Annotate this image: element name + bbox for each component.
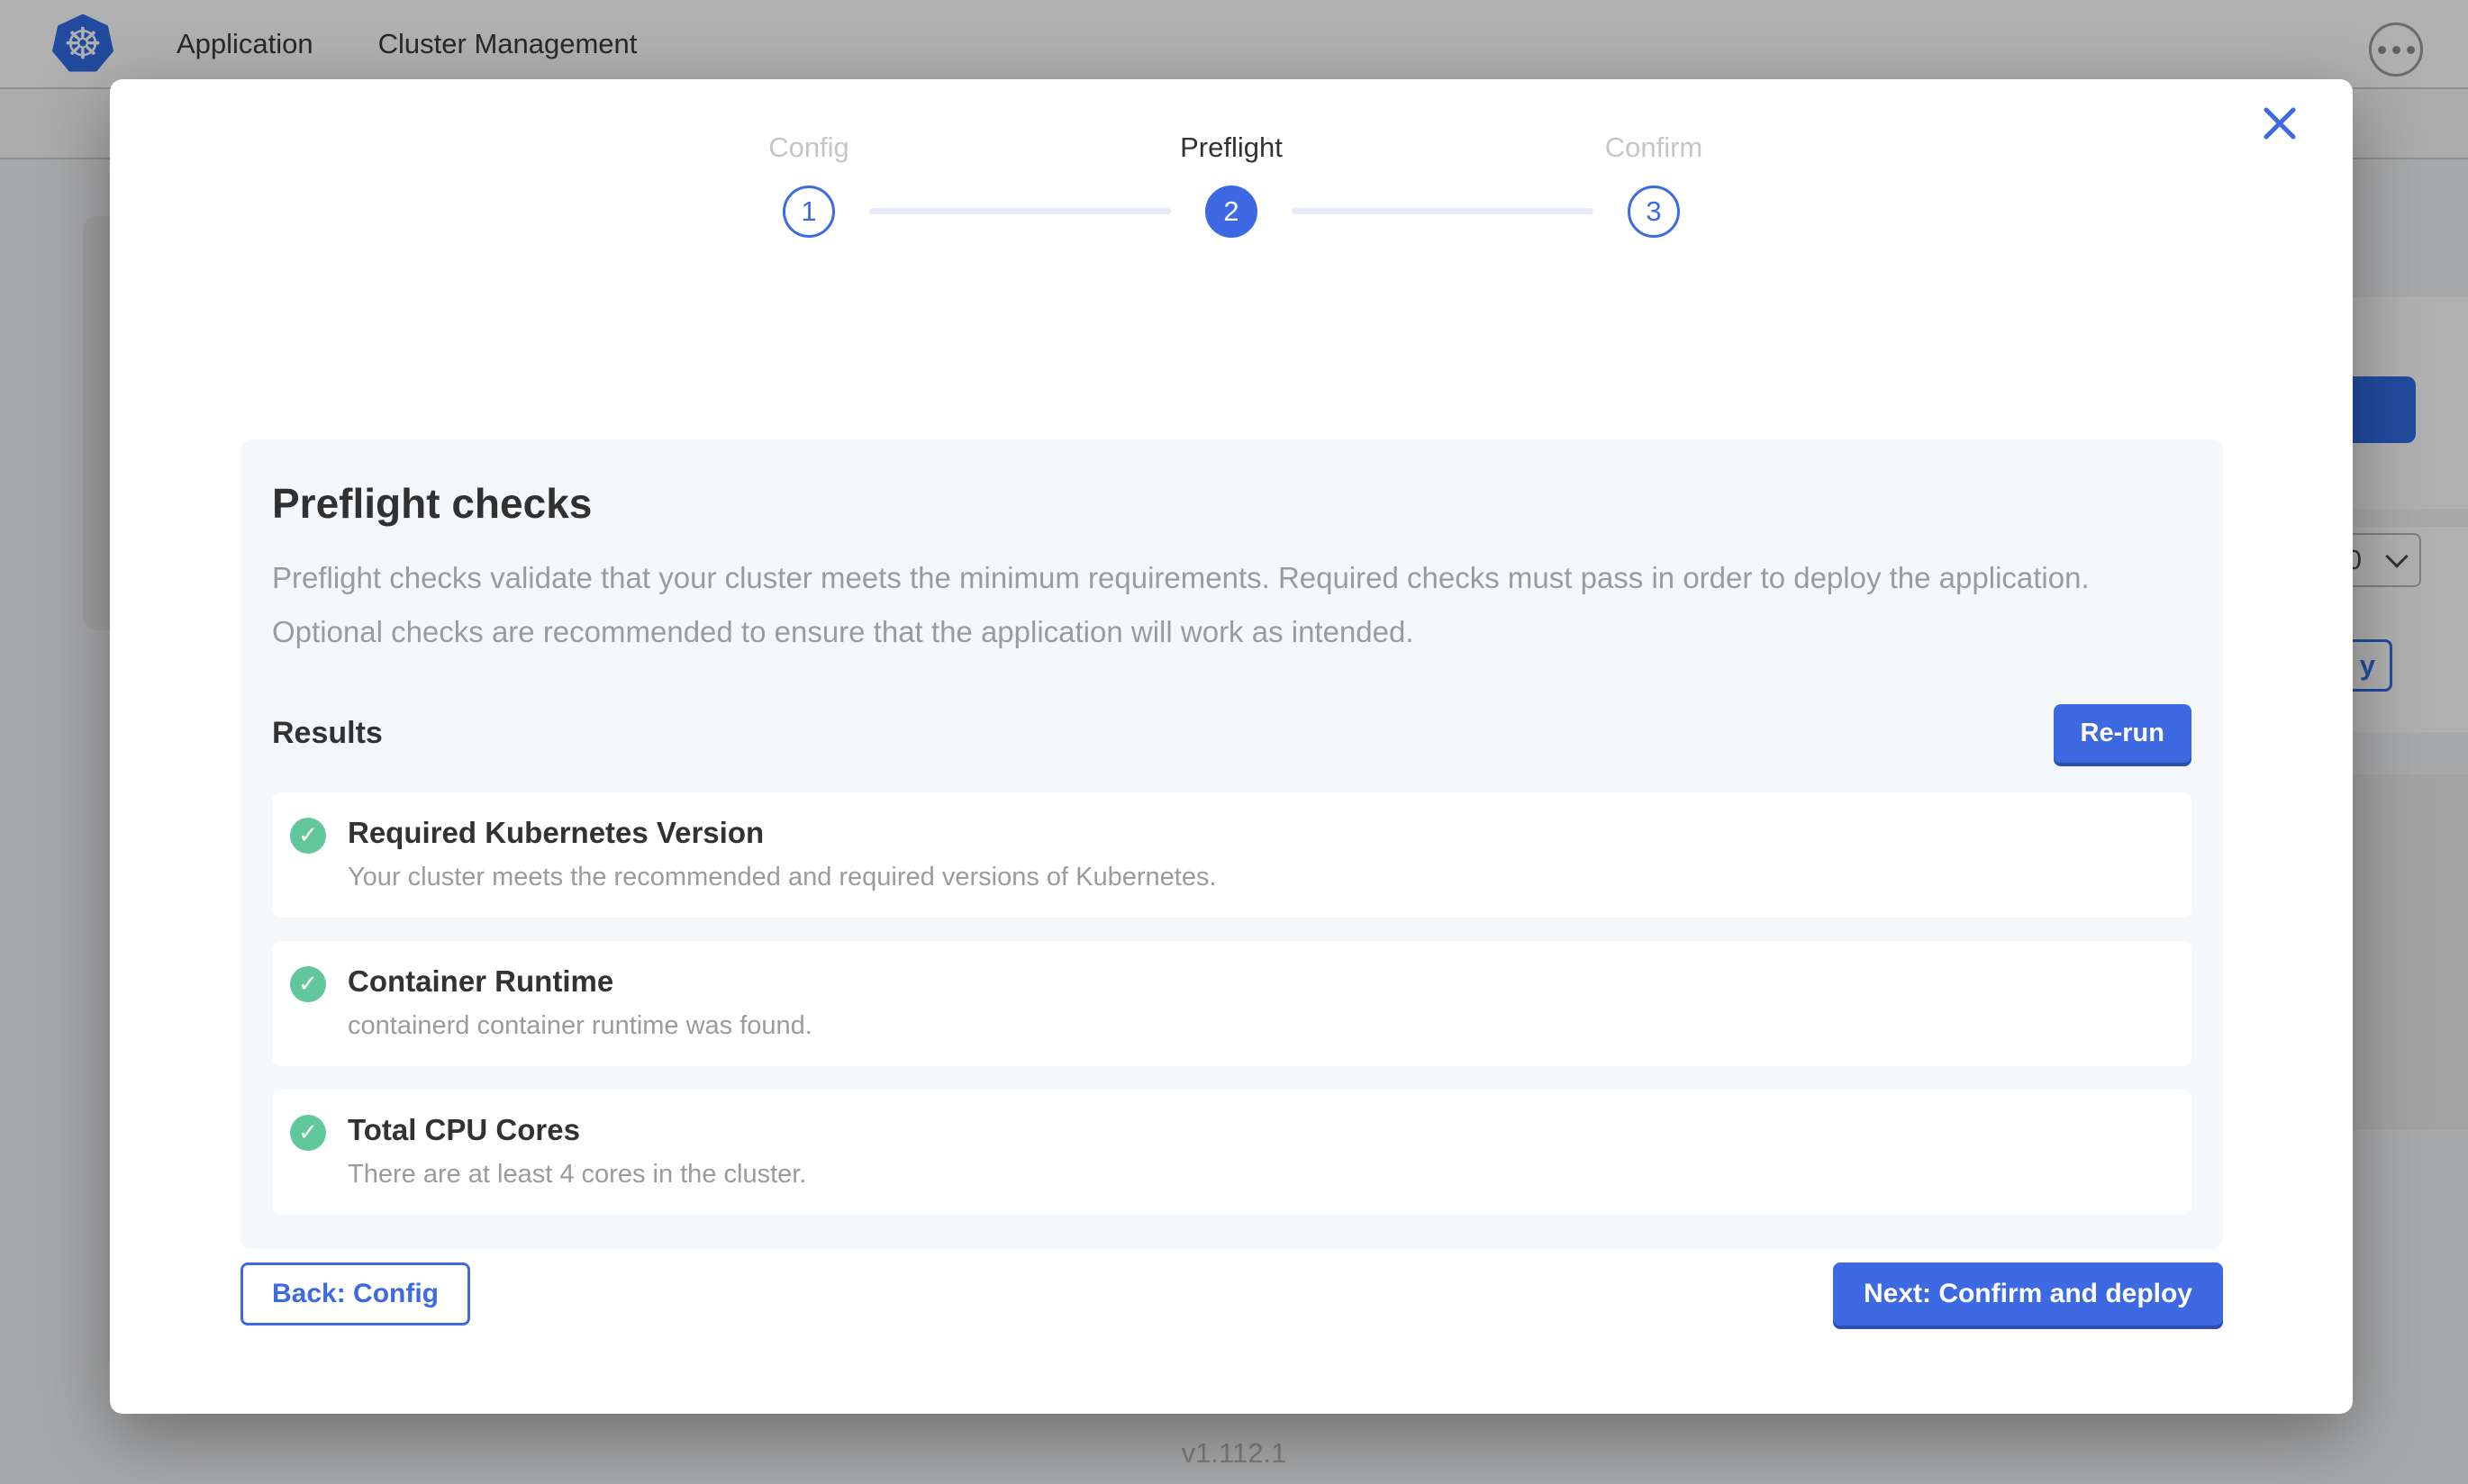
check-description: containerd container runtime was found. [348, 1011, 812, 1041]
panel-description: Preflight checks validate that your clus… [272, 551, 2146, 659]
check-content: Container Runtime containerd container r… [348, 964, 812, 1041]
check-circle-icon: ✓ [290, 966, 326, 1002]
step-number-circle: 2 [1205, 186, 1257, 238]
step-label: Preflight [1180, 131, 1283, 171]
check-row: ✓ Required Kubernetes Version Your clust… [272, 792, 2191, 918]
step-label: Config [768, 131, 849, 171]
check-row: ✓ Container Runtime containerd container… [272, 941, 2191, 1066]
check-content: Required Kubernetes Version Your cluster… [348, 816, 1217, 892]
rerun-button[interactable]: Re-run [2054, 704, 2191, 763]
preflight-modal: Config 1 Preflight 2 Confirm 3 Preflight… [110, 79, 2353, 1414]
close-icon [2257, 101, 2302, 146]
panel-title: Preflight checks [272, 479, 2191, 528]
check-description: Your cluster meets the recommended and r… [348, 863, 1217, 892]
check-content: Total CPU Cores There are at least 4 cor… [348, 1113, 806, 1190]
step-connector [1292, 208, 1593, 214]
step-config: Config 1 [749, 131, 869, 238]
wizard-stepper: Config 1 Preflight 2 Confirm 3 [110, 131, 2353, 238]
next-confirm-deploy-button[interactable]: Next: Confirm and deploy [1833, 1262, 2223, 1326]
close-button[interactable] [2257, 101, 2302, 146]
step-number-circle: 1 [783, 186, 835, 238]
modal-body: Preflight checks Preflight checks valida… [110, 439, 2353, 1326]
modal-footer: Back: Config Next: Confirm and deploy [240, 1262, 2223, 1326]
check-description: There are at least 4 cores in the cluste… [348, 1160, 806, 1190]
step-label: Confirm [1605, 131, 1703, 171]
step-preflight: Preflight 2 [1171, 131, 1292, 238]
results-label: Results [272, 716, 383, 751]
step-connector [869, 208, 1171, 214]
check-circle-icon: ✓ [290, 818, 326, 854]
results-header-row: Results Re-run [272, 704, 2191, 762]
check-row: ✓ Total CPU Cores There are at least 4 c… [272, 1090, 2191, 1215]
check-title: Required Kubernetes Version [348, 816, 1217, 850]
step-confirm: Confirm 3 [1593, 131, 1714, 238]
back-config-button[interactable]: Back: Config [240, 1262, 470, 1326]
check-title: Container Runtime [348, 964, 812, 999]
check-circle-icon: ✓ [290, 1115, 326, 1151]
step-number-circle: 3 [1628, 186, 1680, 238]
check-title: Total CPU Cores [348, 1113, 806, 1147]
preflight-panel: Preflight checks Preflight checks valida… [240, 439, 2223, 1249]
